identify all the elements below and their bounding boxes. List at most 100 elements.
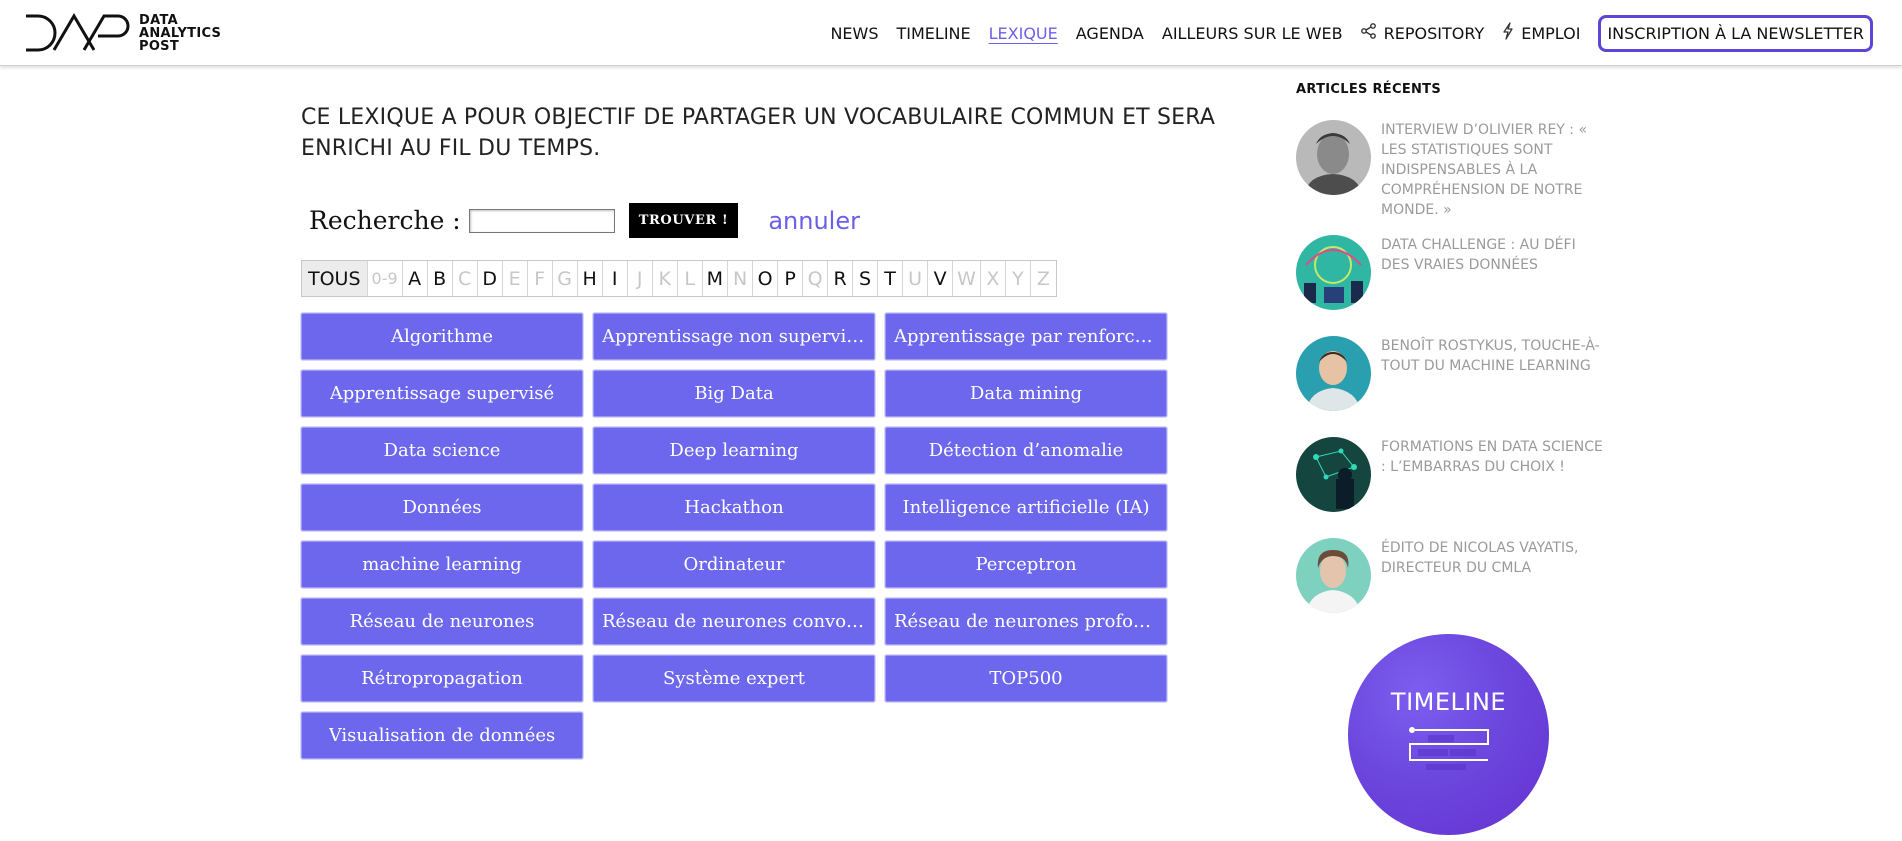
term-button[interactable]: Perceptron (885, 541, 1167, 588)
search-button[interactable]: TROUVER ! (628, 203, 739, 238)
article-title: FORMATIONS EN DATA SCIENCE : L’EMBARRAS … (1381, 439, 1603, 475)
term-button[interactable]: Données (301, 484, 583, 531)
letter-f: F (528, 261, 553, 296)
term-button[interactable]: Ordinateur (593, 541, 875, 588)
search-label: Recherche : (309, 206, 461, 235)
article-title: DATA CHALLENGE : AU DÉFI DES VRAIES DONN… (1381, 237, 1576, 273)
term-button[interactable]: Apprentissage par renforceme... (885, 313, 1167, 360)
term-label: Deep learning (669, 440, 799, 461)
logo-line-2: ANALYTICS (139, 25, 222, 41)
nav-repository[interactable]: REPOSITORY (1360, 23, 1485, 43)
term-button[interactable]: Visualisation de données (301, 712, 583, 759)
nav-news[interactable]: NEWS (830, 24, 878, 43)
lexique-terms-grid: Algorithme Apprentissage non supervisé A… (301, 313, 1169, 759)
cancel-link[interactable]: annuler (768, 207, 860, 235)
article-item[interactable]: INTERVIEW D’OLIVIER REY : « LES STATISTI… (1296, 120, 1626, 220)
letter-b[interactable]: B (428, 261, 453, 296)
term-label: Data science (383, 440, 501, 461)
letter-v[interactable]: V (928, 261, 954, 296)
article-title: INTERVIEW D’OLIVIER REY : « LES STATISTI… (1381, 122, 1588, 218)
newsletter-button[interactable]: INSCRIPTION À LA NEWSLETTER (1598, 14, 1873, 52)
term-button[interactable]: Réseau de neurones convolutifs (593, 598, 875, 645)
term-label: Ordinateur (683, 554, 785, 575)
letter-u: U (903, 261, 929, 296)
term-button[interactable]: Apprentissage non supervisé (593, 313, 875, 360)
term-button[interactable]: Détection d’anomalie (885, 427, 1167, 474)
letter-0-9: 0-9 (368, 261, 403, 296)
term-label: Réseau de neurones profonds (894, 611, 1158, 632)
term-button[interactable]: Data mining (885, 370, 1167, 417)
term-button[interactable]: Data science (301, 427, 583, 474)
letter-y: Y (1006, 261, 1031, 296)
term-button[interactable]: Système expert (593, 655, 875, 702)
nav-repository-label: REPOSITORY (1383, 23, 1485, 43)
nav-news-label: NEWS (830, 23, 879, 43)
term-label: Perceptron (975, 554, 1077, 575)
term-button[interactable]: Rétropropagation (301, 655, 583, 702)
article-title: BENOÎT ROSTYKUS, TOUCHE-À-TOUT DU MACHIN… (1381, 338, 1600, 374)
letter-r[interactable]: R (828, 261, 854, 296)
lexique-intro: CE LEXIQUE A POUR OBJECTIF DE PARTAGER U… (301, 105, 1216, 161)
article-thumbnail (1296, 120, 1371, 195)
article-thumbnail (1296, 235, 1371, 310)
term-label: TOP500 (989, 668, 1063, 689)
letter-a[interactable]: A (403, 261, 428, 296)
nav-agenda[interactable]: AGENDA (1076, 24, 1144, 43)
logo-wordmark: DATA ANALYTICS POST (139, 14, 221, 53)
dap-logo-icon (26, 13, 130, 52)
term-button[interactable]: Intelligence artificielle (IA) (885, 484, 1167, 531)
sidebar-title: ARTICLES RÉCENTS (1296, 82, 1442, 97)
timeline-graphic-icon (1408, 727, 1489, 770)
term-button[interactable]: Apprentissage supervisé (301, 370, 583, 417)
lightning-icon (1502, 22, 1514, 44)
letter-i[interactable]: I (603, 261, 628, 296)
term-label: Big Data (694, 383, 774, 404)
term-button[interactable]: machine learning (301, 541, 583, 588)
article-item[interactable]: FORMATIONS EN DATA SCIENCE : L’EMBARRAS … (1296, 437, 1626, 512)
letter-x: X (981, 261, 1006, 296)
letter-t[interactable]: T (878, 261, 904, 296)
term-label: machine learning (362, 554, 522, 575)
letter-p[interactable]: P (778, 261, 804, 296)
search-input[interactable] (468, 208, 615, 233)
article-item[interactable]: ÉDITO DE NICOLAS VAYATIS, DIRECTEUR DU C… (1296, 538, 1626, 613)
term-label: Visualisation de données (328, 725, 556, 746)
article-item[interactable]: BENOÎT ROSTYKUS, TOUCHE-À-TOUT DU MACHIN… (1296, 336, 1626, 411)
nav-lexique[interactable]: LEXIQUE (989, 24, 1058, 43)
letter-m[interactable]: M (703, 261, 729, 296)
term-label: Système expert (663, 668, 805, 689)
article-thumbnail (1296, 538, 1371, 613)
letter-g: G (553, 261, 578, 296)
nav-emploi[interactable]: EMPLOI (1502, 22, 1580, 44)
nav-ailleurs[interactable]: AILLEURS SUR LE WEB (1162, 24, 1343, 43)
letter-q: Q (803, 261, 829, 296)
term-label: Détection d’anomalie (928, 440, 1124, 461)
article-item[interactable]: DATA CHALLENGE : AU DÉFI DES VRAIES DONN… (1296, 235, 1626, 310)
term-button[interactable]: TOP500 (885, 655, 1167, 702)
nav-ailleurs-label: AILLEURS SUR LE WEB (1161, 23, 1343, 43)
site-logo[interactable]: DATA ANALYTICS POST (24, 10, 221, 56)
recent-articles-sidebar: ARTICLES RÉCENTS INTERVIEW D’OLIVIER REY… (1296, 82, 1626, 613)
nav-timeline[interactable]: TIMELINE (897, 24, 971, 43)
letter-w: W (953, 261, 981, 296)
term-button[interactable]: Réseau de neurones profonds (885, 598, 1167, 645)
nav-timeline-label: TIMELINE (896, 23, 971, 43)
logo-line-1: DATA (139, 12, 178, 28)
term-label: Apprentissage par renforceme... (894, 326, 1158, 347)
article-thumbnail (1296, 437, 1371, 512)
letter-o[interactable]: O (753, 261, 779, 296)
term-button[interactable]: Big Data (593, 370, 875, 417)
letter-j: J (628, 261, 653, 296)
term-button[interactable]: Algorithme (301, 313, 583, 360)
main-nav: NEWS TIMELINE LEXIQUE AGENDA AILLEURS SU… (812, 0, 1873, 66)
letter-s[interactable]: S (853, 261, 879, 296)
term-label: Apprentissage non supervisé (602, 326, 866, 347)
letter-d[interactable]: D (478, 261, 503, 296)
letter-all[interactable]: TOUS (302, 261, 368, 296)
term-button[interactable]: Réseau de neurones (301, 598, 583, 645)
term-button[interactable]: Deep learning (593, 427, 875, 474)
logo-line-3: POST (139, 38, 180, 54)
timeline-promo[interactable]: TIMELINE (1348, 634, 1549, 835)
term-button[interactable]: Hackathon (593, 484, 875, 531)
letter-h[interactable]: H (578, 261, 603, 296)
